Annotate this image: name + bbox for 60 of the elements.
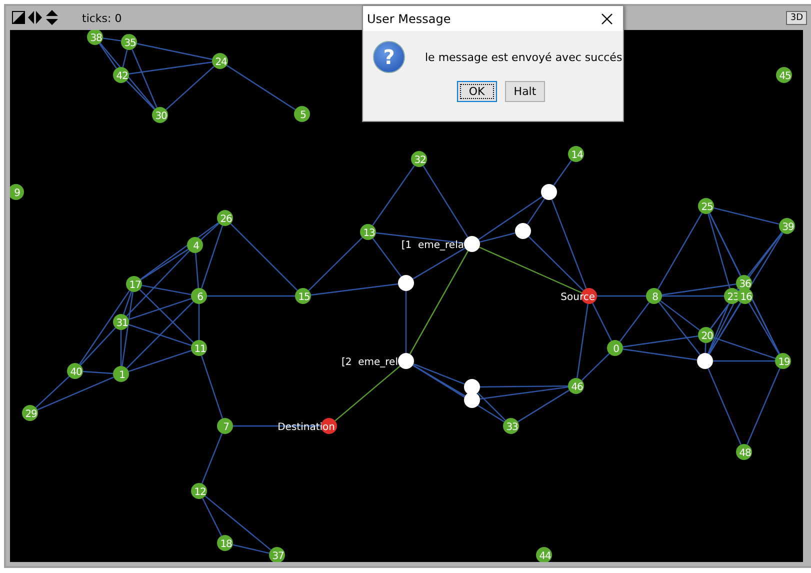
node-label: 5 — [300, 110, 306, 121]
node-label: 36 — [739, 279, 751, 290]
node-label: 12 — [194, 487, 206, 498]
node-label: 4 — [193, 241, 199, 252]
node-label: 35 — [124, 38, 136, 49]
node-label: 30 — [155, 111, 167, 122]
node-label: 25 — [701, 202, 713, 213]
dialog-button[interactable]: Halt — [504, 81, 546, 102]
link-line — [82, 370, 114, 374]
link-line — [592, 302, 612, 342]
node-label: 48 — [739, 448, 751, 459]
dialog-button[interactable]: OK — [456, 81, 497, 102]
node-label: 17 — [129, 280, 141, 291]
node-label: 24 — [215, 57, 227, 68]
link-line — [597, 295, 646, 297]
node-label: 32 — [414, 155, 426, 166]
node-label: 11 — [194, 344, 206, 355]
link-line — [200, 355, 224, 419]
node-label: 1 — [119, 370, 125, 381]
node-label: 18 — [220, 539, 232, 550]
node-label: 15 — [298, 292, 310, 303]
node-label: 29 — [25, 409, 37, 420]
node-label: 37 — [272, 551, 284, 562]
node-label: 45 — [779, 71, 791, 82]
node-label: 13 — [363, 228, 375, 239]
node-label: [2 eme_rel — [342, 357, 398, 368]
node-label: 42 — [116, 71, 128, 82]
question-icon: ? — [373, 41, 405, 73]
node-label: 7 — [223, 422, 229, 433]
dialog-message: le message est envoyé avec succés — [425, 50, 622, 64]
ticks-counter: ticks: 0 — [82, 12, 122, 24]
dialog-title: User Message — [367, 12, 451, 26]
node-label: 46 — [571, 382, 583, 393]
node-label: 39 — [782, 222, 794, 233]
node-label: 44 — [539, 551, 551, 562]
node-label: 33 — [506, 422, 518, 433]
node-label: 0 — [613, 344, 619, 355]
link-line — [334, 366, 400, 422]
view-controls-icon[interactable] — [12, 10, 60, 26]
link-line — [372, 165, 415, 226]
node-label: 19 — [778, 357, 790, 368]
node-label: 38 — [90, 33, 102, 44]
link-line — [198, 304, 200, 340]
node-label: 40 — [70, 367, 82, 378]
link-line — [226, 64, 296, 110]
node-label: 16 — [740, 292, 752, 303]
node-label: 31 — [116, 318, 128, 329]
link-line — [230, 223, 298, 291]
link-line — [553, 160, 572, 186]
link-line — [201, 433, 223, 484]
close-icon[interactable] — [601, 12, 613, 24]
node-label: [1 eme_rela — [401, 240, 464, 251]
node-label: 26 — [220, 214, 232, 225]
3d-view-button[interactable]: 3D — [786, 11, 807, 25]
node-label: 20 — [701, 331, 713, 342]
node-label: 8 — [652, 292, 658, 303]
node-label: 6 — [197, 292, 203, 303]
node-label: 14 — [571, 150, 583, 161]
link-line — [405, 291, 407, 353]
node-label: 9 — [14, 188, 20, 199]
